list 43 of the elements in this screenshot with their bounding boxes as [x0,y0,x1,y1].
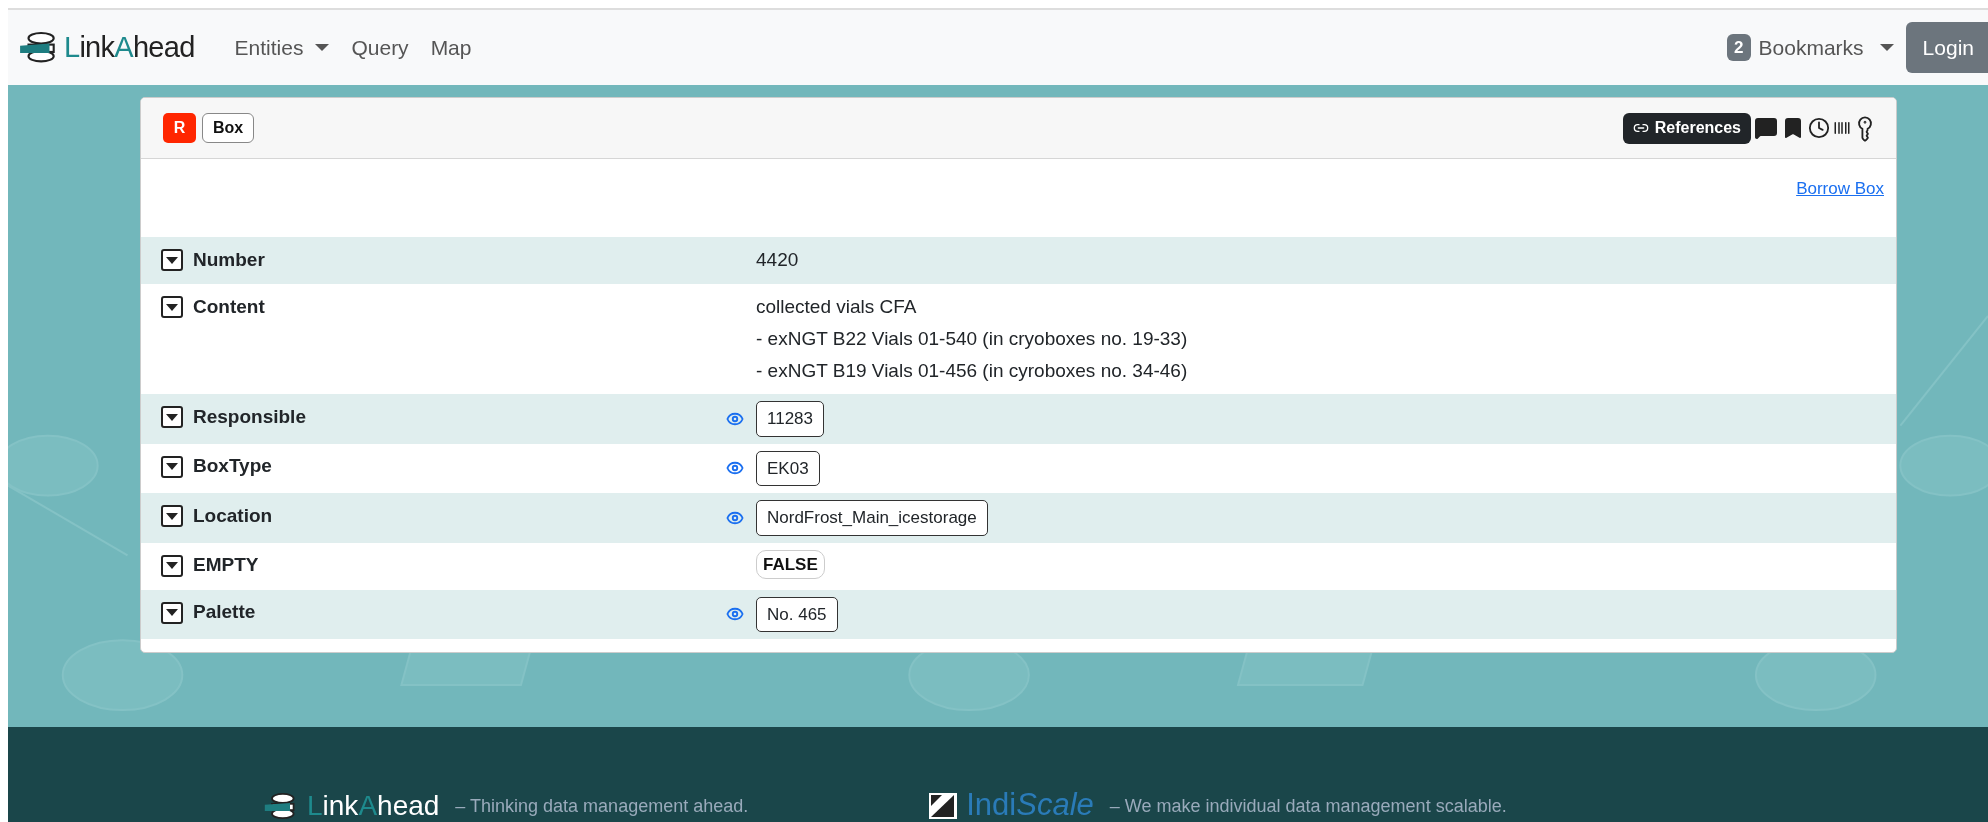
collapse-toggle-icon[interactable] [161,455,183,478]
caret-icon [1879,44,1894,51]
property-name: Location [193,503,273,528]
footer-tagline: – We make individual data management scalable. [1109,795,1507,818]
bookmarks-menu[interactable]: 2 Bookmarks [1727,31,1894,64]
property-value: - exNGT B19 Vials 01-456 (in cyroboxes no. 34-46) [756,359,1188,383]
property-name: Number [193,247,265,272]
collapse-toggle-icon[interactable] [161,296,183,318]
property-value: 4420 [756,248,799,272]
footer-tagline: – Thinking data management ahead. [455,795,749,818]
collapse-toggle-icon[interactable] [161,249,183,271]
collapse-toggle-icon[interactable] [161,505,183,527]
property-value: collected vials CFA [756,295,918,319]
boolean-value: FALSE [756,549,825,579]
barcode-icon[interactable] [1833,119,1851,137]
nav-link[interactable]: Entities [234,31,330,64]
borrow-link[interactable]: Borrow Box [1796,176,1884,237]
caret-icon [315,44,330,51]
login-button[interactable]: Login [1905,22,1988,73]
nav-link[interactable]: Map [430,31,472,64]
clock-icon[interactable] [1808,117,1830,139]
entity-name: Box [202,113,255,143]
reference-link[interactable]: No. 465 [756,596,838,632]
indiscale-logo: IndiScale [966,789,1094,820]
property-name: Palette [193,600,256,625]
references-button[interactable]: References [1622,112,1751,144]
role-badge: R [163,113,196,143]
reference-link[interactable]: EK03 [756,450,820,486]
linkahead-logo: LinkAhead [307,792,440,820]
collapse-toggle-icon[interactable] [161,601,183,624]
reference-link[interactable]: NordFrost_Main_icestorage [756,500,988,536]
property-name: Responsible [193,404,306,429]
property-name: EMPTY [193,553,259,578]
property-name: Content [193,294,265,319]
collapse-toggle-icon[interactable] [161,406,183,428]
reference-link[interactable]: 11283 [756,401,824,437]
property-name: BoxType [193,454,272,479]
nav-link[interactable]: Query [351,31,409,64]
comment-icon[interactable] [1754,116,1778,140]
linkahead-logo: LinkAhead [64,29,195,65]
collapse-toggle-icon[interactable] [161,554,183,577]
property-value: - exNGT B22 Vials 01-540 (in cryoboxes no. 19-33) [756,327,1188,351]
indiscale-logo-icon [928,792,959,820]
